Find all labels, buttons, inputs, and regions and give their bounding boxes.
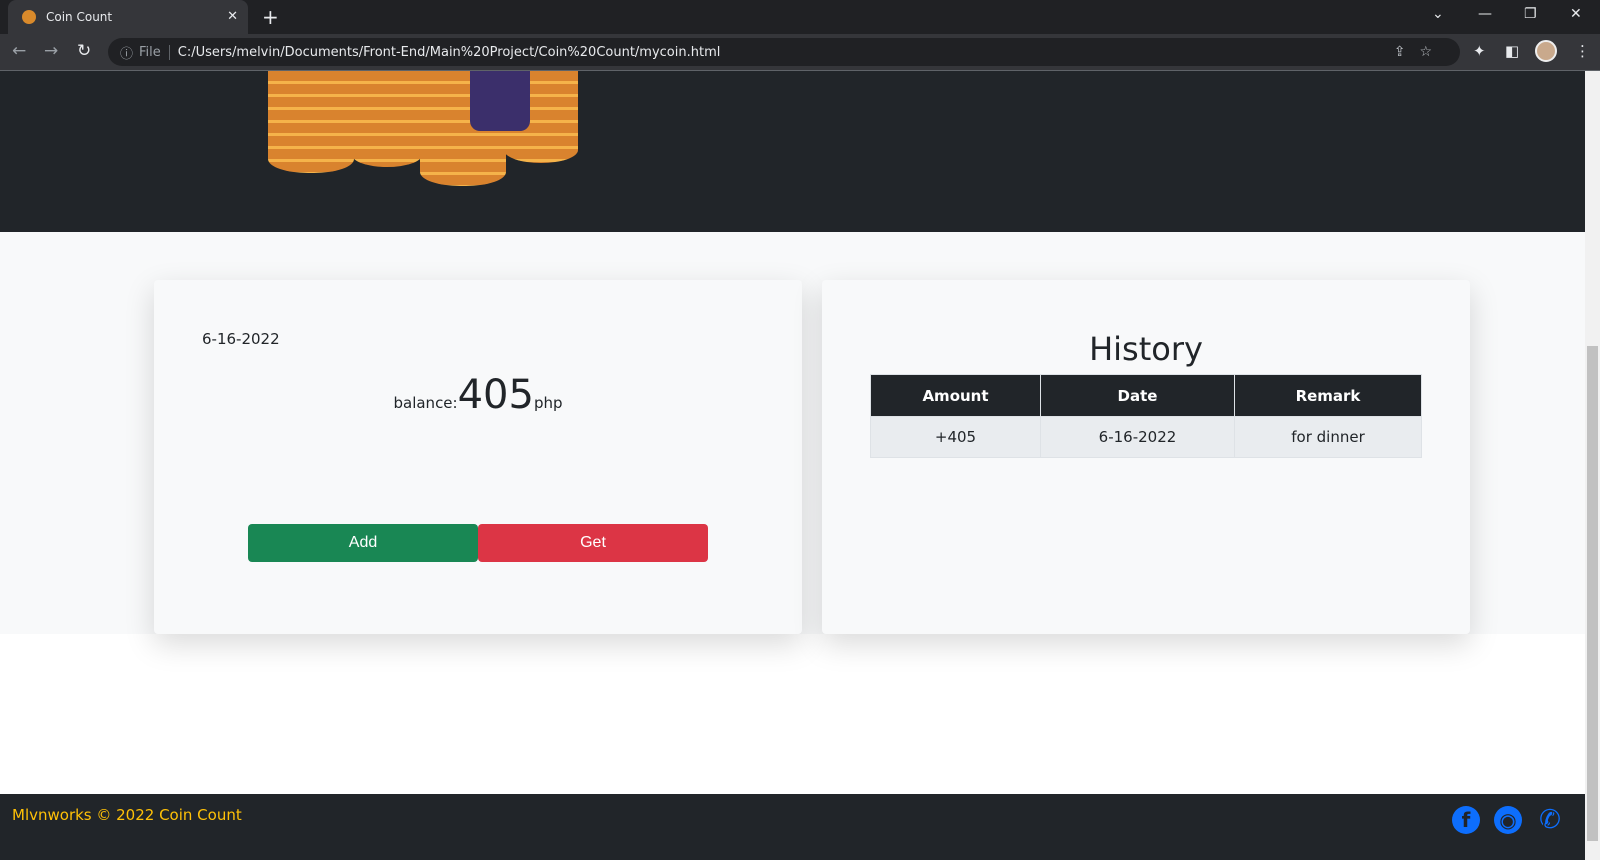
footer: Mlvnworks © 2022 Coin Count f ◉ ✆: [0, 794, 1585, 860]
menu-icon[interactable]: ⋮: [1575, 42, 1590, 60]
side-panel-icon[interactable]: ◧: [1505, 42, 1519, 60]
phone-icon[interactable]: ✆: [1536, 805, 1564, 835]
column-header-remark: Remark: [1234, 374, 1422, 417]
hero-banner: [0, 71, 1585, 232]
balance-card: 6-16-2022 balance:405php Add Get: [154, 280, 802, 634]
back-icon[interactable]: ←: [12, 41, 26, 61]
table-header: Amount Date Remark: [870, 374, 1422, 417]
current-date: 6-16-2022: [202, 330, 280, 348]
scrollbar-thumb[interactable]: [1587, 346, 1598, 841]
history-table: Amount Date Remark +405 6-16-2022 for di…: [870, 374, 1422, 458]
copyright-text: Mlvnworks © 2022 Coin Count: [12, 806, 242, 824]
column-header-amount: Amount: [870, 374, 1041, 417]
restore-icon[interactable]: ❐: [1524, 6, 1537, 22]
forward-icon[interactable]: →: [44, 41, 58, 61]
file-label: File: [139, 44, 170, 60]
history-card: History Amount Date Remark +405 6-16-202…: [822, 280, 1470, 634]
github-icon[interactable]: ◉: [1494, 806, 1522, 834]
table-row: +405 6-16-2022 for dinner: [870, 416, 1422, 458]
tab-search-icon[interactable]: ⌄: [1432, 6, 1444, 22]
cell-amount: +405: [870, 416, 1041, 458]
column-header-date: Date: [1040, 374, 1235, 417]
scrollbar[interactable]: [1585, 71, 1600, 860]
profile-avatar[interactable]: [1535, 40, 1557, 62]
cell-remark: for dinner: [1234, 416, 1422, 458]
balance-amount: 405: [457, 372, 534, 418]
url-text[interactable]: C:/Users/melvin/Documents/Front-End/Main…: [178, 45, 721, 60]
browser-tab[interactable]: Coin Count ✕: [8, 0, 248, 34]
favicon-icon: [22, 10, 36, 24]
address-bar[interactable]: ⓘ File C:/Users/melvin/Documents/Front-E…: [108, 38, 1460, 66]
browser-toolbar: ← → ↻ ⓘ File C:/Users/melvin/Documents/F…: [0, 34, 1600, 71]
reload-icon[interactable]: ↻: [77, 41, 91, 61]
bookmark-star-icon[interactable]: ☆: [1419, 44, 1446, 60]
minimize-icon[interactable]: —: [1478, 6, 1492, 22]
share-icon[interactable]: ⇪: [1394, 44, 1420, 60]
history-title: History: [1089, 330, 1203, 368]
facebook-icon[interactable]: f: [1452, 806, 1480, 834]
extensions-icon[interactable]: ✦: [1473, 42, 1486, 60]
new-tab-icon[interactable]: +: [262, 5, 279, 29]
close-window-icon[interactable]: ✕: [1570, 6, 1582, 22]
add-button[interactable]: Add: [248, 524, 478, 562]
tab-title: Coin Count: [46, 10, 113, 24]
get-button[interactable]: Get: [478, 524, 708, 562]
info-icon[interactable]: ⓘ: [120, 43, 133, 62]
balance-label: balance:: [393, 394, 458, 412]
close-tab-icon[interactable]: ✕: [227, 9, 238, 24]
balance-display: balance:405php: [154, 372, 802, 418]
currency-label: php: [533, 394, 563, 412]
browser-tab-bar: Coin Count ✕ + ⌄ — ❐ ✕: [0, 0, 1600, 34]
cell-date: 6-16-2022: [1040, 416, 1235, 458]
